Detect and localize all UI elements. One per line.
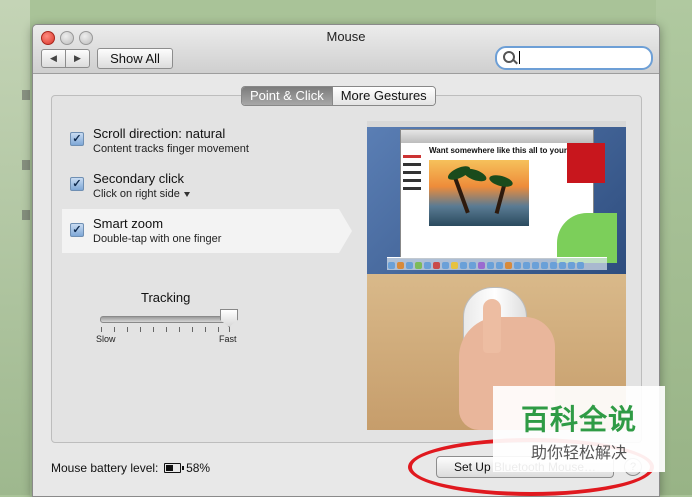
slider-tick (218, 327, 219, 332)
tab-point-and-click[interactable]: Point & Click (242, 87, 332, 105)
preview-browser-toolbar (401, 130, 593, 143)
scroll-direction-checkbox[interactable]: ✓ (70, 132, 84, 146)
search-icon (503, 51, 515, 63)
show-all-button[interactable]: Show All (97, 48, 173, 69)
option-title: Scroll direction: natural (93, 126, 226, 141)
back-arrow-icon[interactable]: ◀ (42, 50, 65, 67)
text-caret (519, 51, 520, 64)
slider-tick (114, 327, 115, 332)
finger-illustration (483, 299, 501, 353)
slider-min-label: Slow (96, 334, 116, 344)
battery-status: Mouse battery level: 58% (51, 461, 210, 475)
slider-tick (205, 327, 206, 332)
preview-menubar (367, 121, 626, 127)
option-subtitle: Click on right side (93, 188, 180, 200)
watermark-subtitle: 助你轻松解决 (530, 445, 627, 462)
secondary-click-dropdown[interactable]: Click on right side (93, 188, 190, 200)
tab-more-gestures[interactable]: More Gestures (331, 87, 435, 105)
option-title: Smart zoom (93, 216, 164, 231)
preview-beach-photo (429, 160, 529, 226)
battery-value: 58% (186, 461, 211, 475)
battery-icon (163, 462, 184, 473)
preview-ad (567, 143, 605, 183)
slider-tick (179, 327, 180, 332)
slider-tick (101, 327, 102, 332)
tracking-slider[interactable] (100, 316, 232, 323)
chevron-down-icon (183, 191, 190, 197)
window-title: Mouse (326, 29, 366, 44)
option-subtitle: Content tracks finger movement (93, 143, 249, 155)
preview-ad (557, 213, 617, 263)
option-scroll-direction[interactable]: ✓ Scroll direction: natural Content trac… (62, 121, 352, 165)
preview-screen: Want somewhere like this all to yourself… (367, 121, 626, 274)
watermark: 百科全说 助你轻松解决 (493, 386, 665, 472)
option-subtitle: Double-tap with one finger (93, 233, 222, 245)
slider-tick (153, 327, 154, 332)
forward-arrow-icon[interactable]: ▶ (65, 50, 89, 67)
slider-tick (192, 327, 193, 332)
slider-tick (166, 327, 167, 332)
option-title: Secondary click (93, 171, 185, 186)
battery-label: Mouse battery level: (51, 461, 159, 475)
gesture-preview-video: Want somewhere like this all to yourself… (367, 121, 626, 430)
slider-tick (140, 327, 141, 332)
background-left (0, 0, 30, 495)
title-bar: Mouse ◀ ▶ Show All (33, 25, 659, 74)
smart-zoom-checkbox[interactable]: ✓ (70, 223, 84, 237)
slider-tick (127, 327, 128, 332)
secondary-click-checkbox[interactable]: ✓ (70, 177, 84, 191)
preview-dock (387, 257, 607, 270)
tab-bar: Point & Click More Gestures (241, 86, 436, 106)
option-secondary-click[interactable]: ✓ Secondary click Click on right side (62, 165, 352, 209)
slider-max-label: Fast (219, 334, 237, 344)
preview-headline: Want somewhere like this all to yourself… (429, 146, 586, 155)
watermark-title: 百科全说 (520, 404, 637, 435)
back-forward-control: ◀ ▶ (41, 49, 90, 68)
option-smart-zoom[interactable]: ✓ Smart zoom Double-tap with one finger (62, 209, 352, 253)
search-field[interactable] (495, 46, 653, 70)
slider-tick (229, 327, 230, 332)
preview-sidebar (403, 150, 425, 230)
tracking-label: Tracking (141, 290, 191, 305)
